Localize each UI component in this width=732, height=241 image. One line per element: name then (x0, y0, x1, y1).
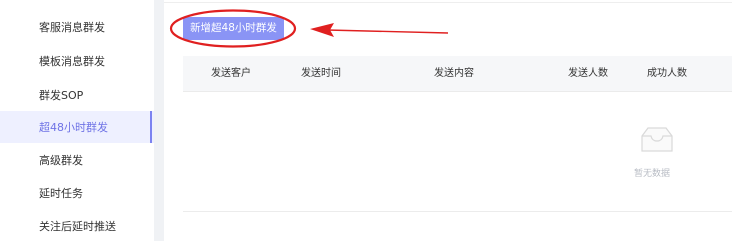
main-content: 新增超48小时群发 发送客户 发送时间 发送内容 发送人数 成功人数 暂无数据 (164, 0, 732, 241)
sidebar-item-label: 高级群发 (39, 154, 83, 167)
sidebar-item-label: 超48小时群发 (39, 121, 108, 134)
empty-state (632, 124, 682, 160)
annotation-arrow-head (310, 23, 334, 37)
column-header-recipients: 发送客户 (211, 68, 251, 79)
column-header-success-count: 成功人数 (647, 68, 687, 79)
sidebar-item-broadcast-sop[interactable]: 群发SOP (0, 79, 154, 111)
sidebar: 客服消息群发 模板消息群发 群发SOP 超48小时群发 高级群发 延时任务 关注… (0, 0, 154, 241)
column-header-send-count: 发送人数 (568, 68, 608, 79)
column-header-send-time: 发送时间 (301, 68, 341, 79)
sidebar-item-label: 延时任务 (39, 187, 83, 200)
sidebar-item-label: 客服消息群发 (39, 21, 105, 34)
empty-state-text: 暂无数据 (634, 169, 671, 179)
sidebar-item-advanced-broadcast[interactable]: 高级群发 (0, 144, 154, 176)
empty-inbox-icon (638, 127, 676, 160)
annotation-arrow-line (326, 29, 449, 34)
sidebar-item-customer-service-broadcast[interactable]: 客服消息群发 (0, 11, 154, 43)
sidebar-item-label: 模板消息群发 (39, 55, 105, 68)
table-header: 发送客户 发送时间 发送内容 发送人数 成功人数 (183, 56, 732, 92)
sidebar-item-over-48h-broadcast[interactable]: 超48小时群发 (0, 111, 154, 143)
column-header-content: 发送内容 (434, 68, 474, 79)
app-root: 客服消息群发 模板消息群发 群发SOP 超48小时群发 高级群发 延时任务 关注… (0, 0, 732, 241)
sidebar-item-label: 关注后延时推送 (39, 220, 116, 233)
table-bottom-border (183, 211, 732, 212)
sidebar-item-delayed-push-after-follow[interactable]: 关注后延时推送 (0, 210, 154, 241)
sidebar-item-template-broadcast[interactable]: 模板消息群发 (0, 45, 154, 77)
sidebar-item-label: 群发SOP (39, 89, 84, 102)
divider (164, 2, 732, 3)
sidebar-item-delayed-tasks[interactable]: 延时任务 (0, 177, 154, 209)
add-over-48h-broadcast-button[interactable]: 新增超48小时群发 (183, 17, 284, 40)
